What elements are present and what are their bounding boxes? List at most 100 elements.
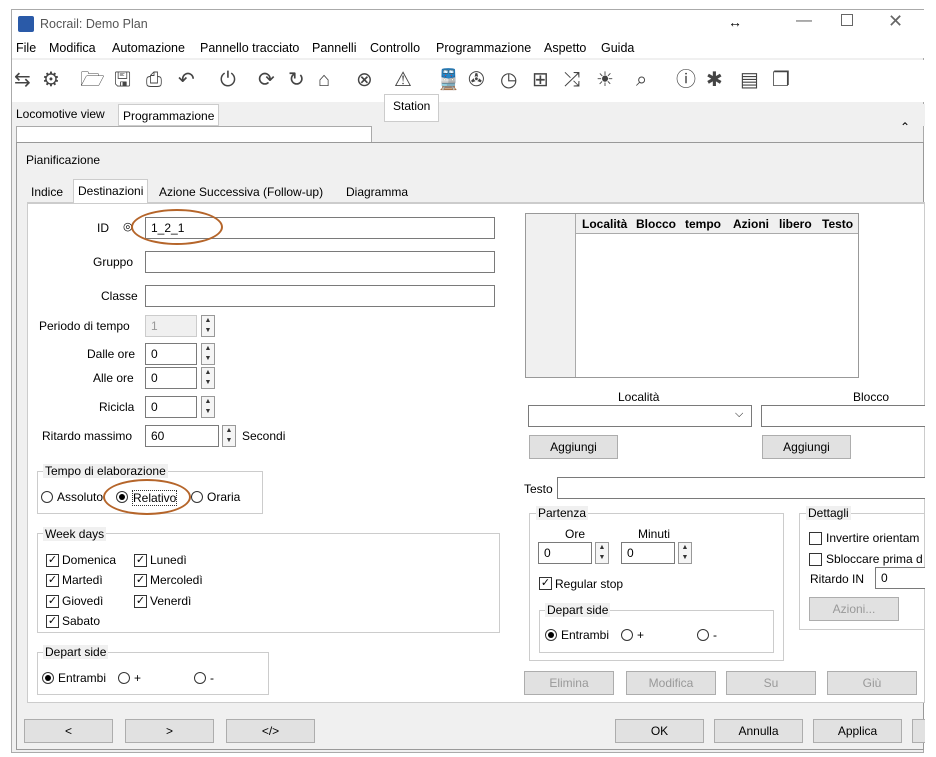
- elimina-button[interactable]: Elimina: [524, 671, 614, 695]
- info-icon[interactable]: ⓘ: [676, 67, 696, 93]
- shuffle-icon[interactable]: ⤮: [564, 67, 580, 93]
- dalle-input[interactable]: 0: [145, 343, 197, 365]
- sync-icon[interactable]: ⟳: [258, 67, 275, 93]
- radio-minus[interactable]: [194, 672, 206, 684]
- giu-button[interactable]: Giù: [827, 671, 917, 695]
- light-icon[interactable]: ☀: [596, 67, 614, 93]
- checkbox-giovedi[interactable]: ✓: [46, 595, 59, 608]
- aggiungi-blocco-button[interactable]: Aggiungi: [762, 435, 851, 459]
- tab-destinazioni[interactable]: Destinazioni: [73, 179, 149, 203]
- tab-indice[interactable]: Indice: [31, 185, 63, 199]
- checkbox-lunedi[interactable]: ✓: [134, 554, 147, 567]
- su-button[interactable]: Su: [726, 671, 816, 695]
- menu-file[interactable]: File: [16, 41, 36, 55]
- maximize-button[interactable]: [841, 14, 853, 26]
- minuti-input[interactable]: 0: [621, 542, 675, 564]
- radio-minus2[interactable]: [697, 629, 709, 641]
- radio-plus2[interactable]: [621, 629, 633, 641]
- alle-stepper[interactable]: ▲ ▼: [201, 367, 215, 389]
- gruppo-input[interactable]: [145, 251, 495, 273]
- destinations-table[interactable]: Località Blocco tempo Azioni libero Test…: [525, 213, 859, 378]
- rotate-icon[interactable]: ↻: [288, 67, 305, 93]
- warning-icon[interactable]: ⚠: [394, 67, 412, 93]
- checkbox-mercoledi[interactable]: ✓: [134, 574, 147, 587]
- localita-select[interactable]: ⌵: [528, 405, 752, 427]
- periodo-input[interactable]: 1: [145, 315, 197, 337]
- tab-diagramma[interactable]: Diagramma: [346, 185, 408, 199]
- radio-entrambi2[interactable]: [545, 629, 557, 641]
- close-button[interactable]: ✕: [888, 11, 903, 32]
- zoom-icon[interactable]: ⌕: [636, 67, 647, 93]
- blocco-select[interactable]: [761, 405, 925, 427]
- xml-button[interactable]: </>: [226, 719, 315, 743]
- checkbox-domenica[interactable]: ✓: [46, 554, 59, 567]
- checkbox-sbloccare[interactable]: [809, 553, 822, 566]
- menu-pannello-tracciato[interactable]: Pannello tracciato: [200, 41, 299, 55]
- folder-icon[interactable]: 🗁: [80, 67, 105, 93]
- col-libero[interactable]: libero: [779, 217, 812, 231]
- ore-stepper[interactable]: ▲ ▼: [595, 542, 609, 564]
- clock-icon[interactable]: ◷: [500, 67, 517, 93]
- azioni-button[interactable]: Azioni...: [809, 597, 899, 621]
- tab-locomotive-view[interactable]: Locomotive view: [16, 107, 105, 121]
- prev-button[interactable]: <: [24, 719, 113, 743]
- stop-icon[interactable]: ⊗: [356, 67, 373, 93]
- menu-automazione[interactable]: Automazione: [112, 41, 185, 55]
- checkbox-sabato[interactable]: ✓: [46, 615, 59, 628]
- col-localita[interactable]: Località: [582, 217, 627, 231]
- modifica-button[interactable]: Modifica: [626, 671, 716, 695]
- classe-input[interactable]: [145, 285, 495, 307]
- checkbox-martedi[interactable]: ✓: [46, 574, 59, 587]
- ritardo-input[interactable]: 60: [145, 425, 219, 447]
- next-button[interactable]: >: [125, 719, 214, 743]
- col-tempo[interactable]: tempo: [685, 217, 721, 231]
- ritardo-stepper[interactable]: ▲ ▼: [222, 425, 236, 447]
- train-icon[interactable]: 🚆: [436, 67, 461, 93]
- menu-aspetto[interactable]: Aspetto: [544, 41, 586, 55]
- col-testo[interactable]: Testo: [822, 217, 853, 231]
- menu-programmazione[interactable]: Programmazione: [436, 41, 531, 55]
- menu-modifica[interactable]: Modifica: [49, 41, 96, 55]
- testo-input[interactable]: [557, 477, 925, 499]
- checkbox-invertire[interactable]: [809, 532, 822, 545]
- radio-plus[interactable]: [118, 672, 130, 684]
- settings-icon[interactable]: ⚙: [42, 67, 60, 93]
- dalle-stepper[interactable]: ▲ ▼: [201, 343, 215, 365]
- periodo-stepper[interactable]: ▲ ▼: [201, 315, 215, 337]
- minimize-button[interactable]: —: [796, 12, 812, 30]
- alle-input[interactable]: 0: [145, 367, 197, 389]
- menu-guida[interactable]: Guida: [601, 41, 634, 55]
- print-icon[interactable]: ⎙: [146, 67, 162, 93]
- tab-programmazione[interactable]: Programmazione: [118, 104, 220, 126]
- power-icon[interactable]: ⏻: [220, 67, 236, 93]
- ricicla-input[interactable]: 0: [145, 396, 197, 418]
- ritardo-in-input[interactable]: 0: [875, 567, 925, 589]
- radio-oraria[interactable]: [191, 491, 203, 503]
- menu-pannelli[interactable]: Pannelli: [312, 41, 356, 55]
- ricicla-stepper[interactable]: ▲ ▼: [201, 396, 215, 418]
- ok-button[interactable]: OK: [615, 719, 704, 743]
- tab-station[interactable]: Station: [384, 94, 439, 122]
- col-blocco[interactable]: Blocco: [636, 217, 676, 231]
- checkbox-regular-stop[interactable]: ✓: [539, 577, 552, 590]
- tab-azione-successiva[interactable]: Azione Successiva (Follow-up): [159, 185, 323, 199]
- bug-icon[interactable]: ✱: [706, 67, 723, 93]
- checkbox-venerdi[interactable]: ✓: [134, 595, 147, 608]
- ore-input[interactable]: 0: [538, 542, 592, 564]
- document-icon[interactable]: ▤: [740, 67, 759, 93]
- minuti-stepper[interactable]: ▲ ▼: [678, 542, 692, 564]
- tools-icon[interactable]: ✇: [468, 67, 485, 93]
- aggiungi-localita-button[interactable]: Aggiungi: [529, 435, 618, 459]
- grid-icon[interactable]: ⊞: [532, 67, 549, 93]
- undo-icon[interactable]: ↶: [178, 67, 195, 93]
- applica-button[interactable]: Applica: [813, 719, 902, 743]
- save-icon[interactable]: 🖫: [114, 67, 131, 93]
- annulla-button[interactable]: Annulla: [714, 719, 803, 743]
- menu-controllo[interactable]: Controllo: [370, 41, 420, 55]
- home-icon[interactable]: ⌂: [318, 67, 330, 93]
- scroll-up-icon[interactable]: ⌃: [900, 120, 910, 134]
- radio-assoluto[interactable]: [41, 491, 53, 503]
- connect-icon[interactable]: ⇆: [14, 67, 31, 93]
- radio-entrambi[interactable]: [42, 672, 54, 684]
- copy-icon[interactable]: ❐: [772, 67, 790, 93]
